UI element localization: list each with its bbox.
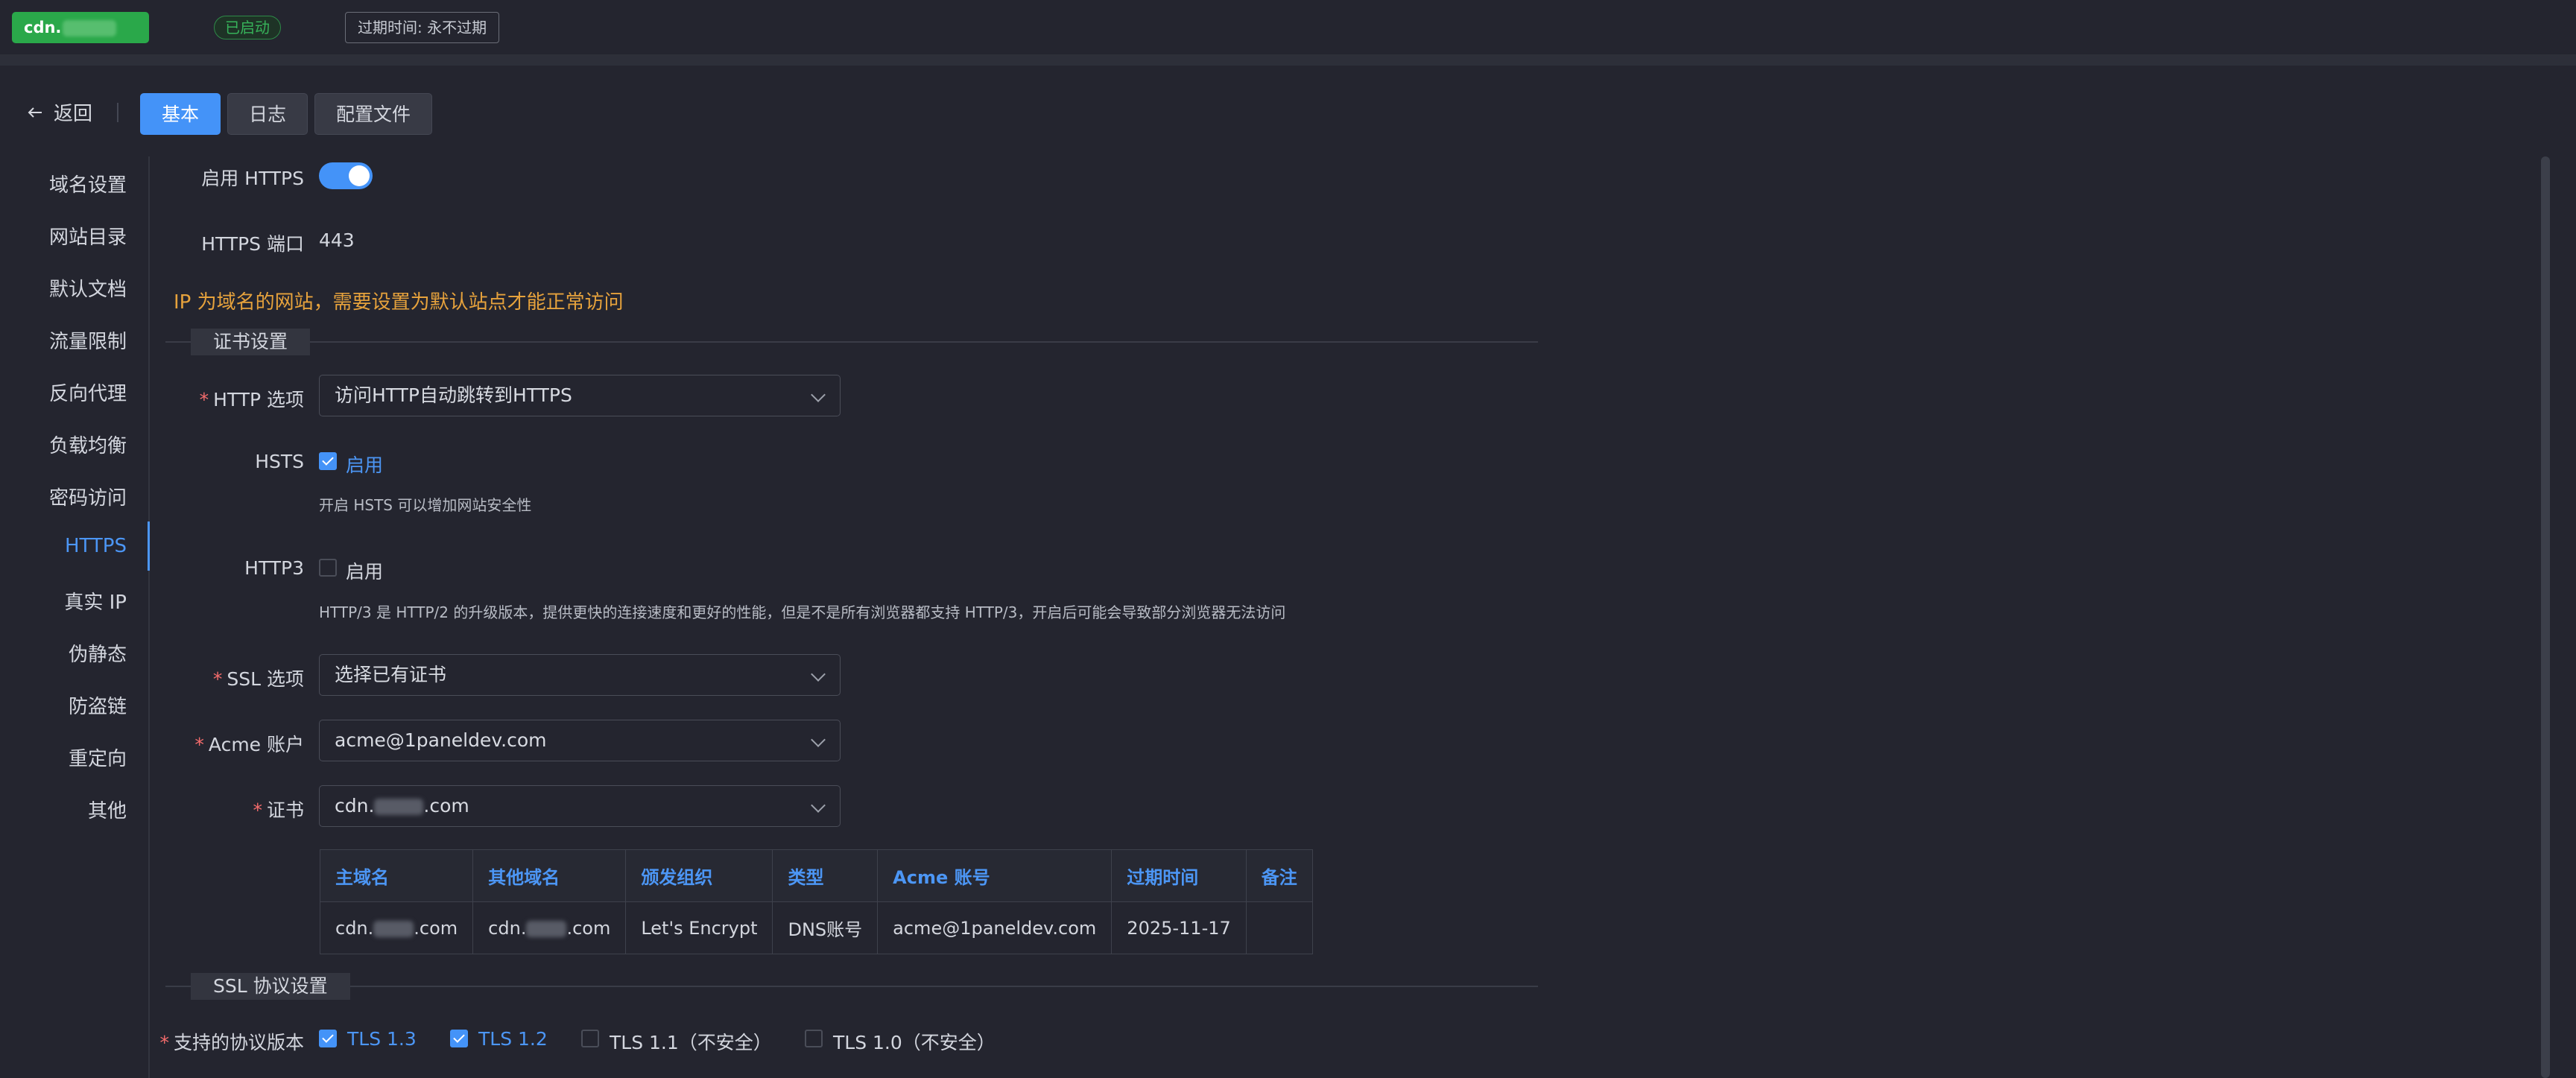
site-domain-prefix: cdn. <box>24 19 62 37</box>
arrow-left-icon <box>28 107 42 118</box>
cell-acme-account: acme@1paneldev.com <box>877 901 1113 954</box>
enable-https-label: 启用 HTTPS <box>201 168 304 189</box>
hsts-checkbox[interactable] <box>319 452 337 470</box>
toggle-knob <box>349 165 370 186</box>
sidebar-item-anti-leech[interactable]: 防盗链 <box>69 691 127 719</box>
http3-checkbox-label[interactable]: 启用 <box>346 557 383 584</box>
http-option-value: 访问HTTP自动跳转到HTTPS <box>335 384 572 406</box>
chevron-down-icon <box>811 798 826 813</box>
sidebar-item-rewrite[interactable]: 伪静态 <box>69 639 127 667</box>
sidebar-item-reverse-proxy[interactable]: 反向代理 <box>49 378 127 406</box>
cert-section-divider <box>165 341 1538 343</box>
https-port-value: 443 <box>319 229 355 251</box>
sidebar-item-load-balance[interactable]: 负载均衡 <box>49 431 127 458</box>
tls10-label[interactable]: TLS 1.0（不安全） <box>833 1028 996 1055</box>
chevron-down-icon <box>811 732 826 747</box>
col-remark: 备注 <box>1245 849 1313 902</box>
protocol-versions-label: * 支持的协议版本 <box>159 1032 304 1053</box>
acme-account-select[interactable]: acme@1paneldev.com <box>319 720 841 761</box>
http-option-label: * HTTP 选项 <box>199 389 304 410</box>
chevron-down-icon <box>811 387 826 402</box>
enable-https-toggle[interactable] <box>319 162 373 189</box>
http3-checkbox[interactable] <box>319 559 337 577</box>
settings-sidebar: 域名设置 网站目录 默认文档 流量限制 反向代理 负载均衡 密码访问 HTTPS… <box>0 156 149 1078</box>
col-other-domains: 其他域名 <box>472 849 627 902</box>
sidebar-divider <box>148 156 150 1078</box>
ssl-proto-section-title: SSL 协议设置 <box>191 973 350 1000</box>
hsts-checkbox-label[interactable]: 启用 <box>346 451 383 478</box>
tls13-label[interactable]: TLS 1.3 <box>347 1028 417 1050</box>
sidebar-item-default-doc[interactable]: 默认文档 <box>49 274 127 302</box>
cell-type: DNS账号 <box>772 901 879 954</box>
back-label: 返回 <box>54 103 93 125</box>
cert-section-title: 证书设置 <box>191 329 311 355</box>
redacted-domain <box>63 20 117 37</box>
tls12-checkbox[interactable] <box>450 1030 468 1047</box>
ssl-option-label: * SSL 选项 <box>212 668 304 690</box>
ssl-option-select[interactable]: 选择已有证书 <box>319 654 841 696</box>
sidebar-active-indicator <box>148 521 150 571</box>
top-bar: cdn..com 已启动 过期时间: 永不过期 <box>0 0 2576 68</box>
ip-domain-warning: IP 为域名的网站，需要设置为默认站点才能正常访问 <box>174 291 624 314</box>
sidebar-item-site-dir[interactable]: 网站目录 <box>49 222 127 250</box>
cell-remark <box>1245 901 1313 954</box>
http-option-select[interactable]: 访问HTTP自动跳转到HTTPS <box>319 375 841 416</box>
ssl-proto-section-divider <box>165 986 1538 987</box>
toolbar-divider <box>117 103 118 122</box>
http3-label: HTTP3 <box>244 557 304 579</box>
sidebar-item-https[interactable]: HTTPS <box>65 535 127 557</box>
cert-prefix: cdn. <box>335 795 375 817</box>
status-badge: 已启动 <box>214 16 281 39</box>
chevron-down-icon <box>811 667 826 682</box>
col-expire: 过期时间 <box>1111 849 1247 902</box>
certificate-table: 主域名 其他域名 颁发组织 类型 Acme 账号 过期时间 备注 cdn. .co… <box>319 849 1313 954</box>
expire-tag: 过期时间: 永不过期 <box>345 12 500 43</box>
sidebar-item-redirect[interactable]: 重定向 <box>69 743 127 771</box>
cert-suffix: .com <box>423 795 469 817</box>
tab-config-file[interactable]: 配置文件 <box>314 93 433 135</box>
table-row: cdn. .com cdn. .com Let's Encrypt DNS账号 ac… <box>319 901 1313 954</box>
sidebar-item-password-access[interactable]: 密码访问 <box>49 483 127 510</box>
col-primary-domain: 主域名 <box>319 849 474 902</box>
https-port-label: HTTPS 端口 <box>201 233 304 255</box>
tls11-label[interactable]: TLS 1.1（不安全） <box>610 1028 772 1055</box>
acme-account-label: * Acme 账户 <box>194 734 304 755</box>
tab-logs[interactable]: 日志 <box>227 93 308 135</box>
col-acme-account: Acme 账号 <box>877 849 1113 902</box>
sidebar-item-other[interactable]: 其他 <box>88 796 127 823</box>
col-issuer: 颁发组织 <box>625 849 773 902</box>
hsts-hint: 开启 HSTS 可以增加网站安全性 <box>319 496 532 514</box>
toolbar: 返回 基本 日志 配置文件 <box>0 88 2576 136</box>
tls13-checkbox[interactable] <box>319 1030 337 1047</box>
cell-other-domains: cdn. .com <box>472 901 627 954</box>
cell-issuer: Let's Encrypt <box>625 901 773 954</box>
sidebar-item-real-ip[interactable]: 真实 IP <box>64 587 127 615</box>
tab-basic[interactable]: 基本 <box>140 93 221 135</box>
cell-primary-domain: cdn. .com <box>319 901 474 954</box>
certificate-select[interactable]: cdn. .com <box>319 785 841 827</box>
tls11-checkbox[interactable] <box>581 1030 599 1047</box>
cell-expire: 2025-11-17 <box>1111 901 1247 954</box>
sidebar-item-domain[interactable]: 域名设置 <box>49 170 127 197</box>
http3-hint: HTTP/3 是 HTTP/2 的升级版本，提供更快的连接速度和更好的性能，但是… <box>319 603 1286 621</box>
table-header-row: 主域名 其他域名 颁发组织 类型 Acme 账号 过期时间 备注 <box>319 849 1313 902</box>
site-domain-tag[interactable]: cdn..com <box>12 12 149 68</box>
col-type: 类型 <box>772 849 879 902</box>
redacted-domain <box>374 799 424 815</box>
tls12-label[interactable]: TLS 1.2 <box>478 1028 548 1050</box>
certificate-label: * 证书 <box>253 799 304 821</box>
content-scrollbar[interactable] <box>2541 156 2550 1078</box>
back-button[interactable]: 返回 <box>27 98 92 126</box>
ssl-option-value: 选择已有证书 <box>335 664 447 685</box>
tls10-checkbox[interactable] <box>805 1030 823 1047</box>
topbar-divider <box>0 55 2576 66</box>
sidebar-item-rate-limit[interactable]: 流量限制 <box>49 326 127 354</box>
hsts-label: HSTS <box>255 451 304 472</box>
acme-account-value: acme@1paneldev.com <box>335 729 547 751</box>
